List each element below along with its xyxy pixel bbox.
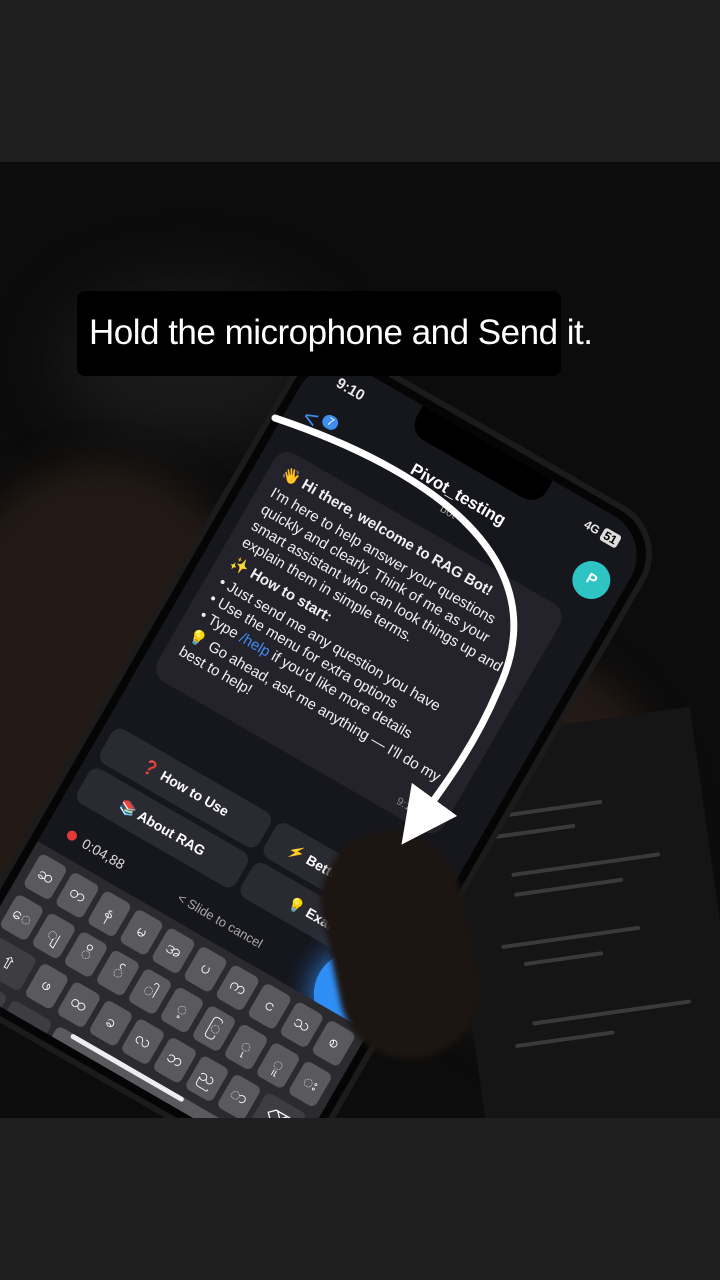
battery-level: 51 xyxy=(598,526,623,549)
status-network: 4G 51 xyxy=(581,517,623,549)
bottom-letterbox xyxy=(0,1118,720,1280)
status-time: 9:10 xyxy=(333,374,368,405)
recording-dot-icon xyxy=(65,828,79,843)
network-label: 4G xyxy=(581,517,603,538)
recording-duration: 0:04,88 xyxy=(79,835,128,873)
story-caption: Hold the microphone and Send it. xyxy=(77,291,593,376)
top-letterbox xyxy=(0,0,720,162)
caption-text: Hold the microphone and Send it. xyxy=(89,313,593,352)
